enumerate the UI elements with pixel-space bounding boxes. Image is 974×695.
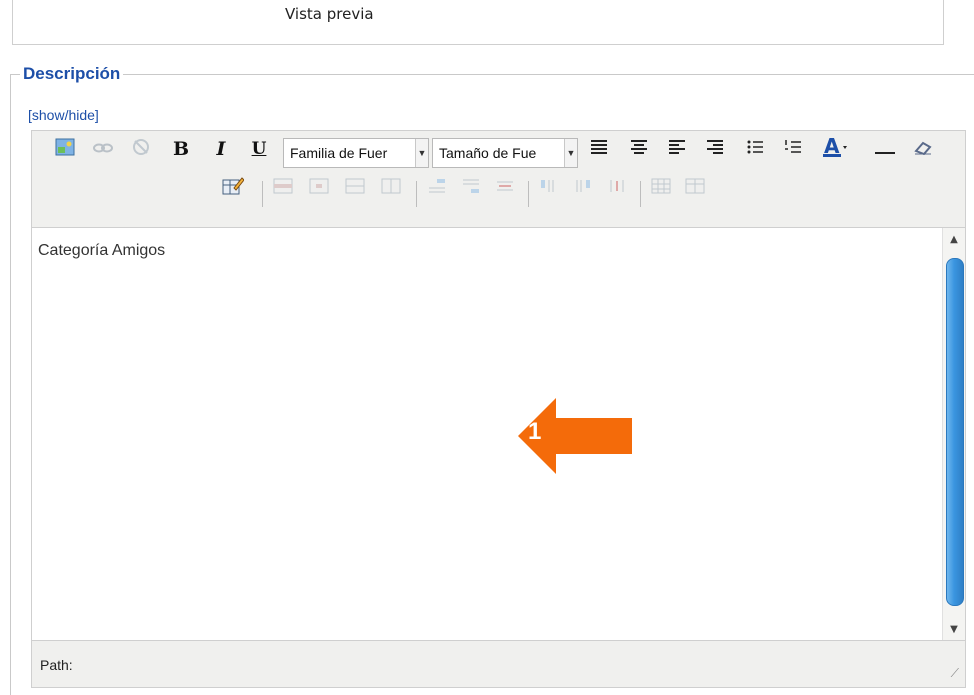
bullet-list-icon [746, 139, 764, 159]
image-icon [55, 138, 75, 160]
insert-row-before-icon [427, 178, 447, 198]
link-icon [93, 140, 113, 159]
numbered-list-icon [784, 139, 802, 159]
split-cells-icon [381, 178, 401, 198]
insert-row-after-icon [461, 178, 481, 198]
horizontal-rule-icon [875, 140, 895, 159]
arrow-shaft [550, 418, 632, 454]
unlink-button[interactable] [130, 138, 152, 160]
vertical-scrollbar[interactable]: ▲ ▼ [942, 228, 965, 640]
underline-button[interactable]: U [248, 138, 270, 160]
path-label: Path: [40, 657, 73, 673]
insert-col-before-icon [539, 178, 559, 198]
align-center-icon [630, 139, 648, 159]
table-icon [651, 178, 671, 198]
align-right-icon [706, 139, 724, 159]
delete-col-button[interactable] [606, 177, 628, 199]
text-color-icon: A [821, 134, 847, 162]
font-family-value: Familia de Fuer [290, 145, 388, 161]
editor-content[interactable]: Categoría Amigos ▲ ▼ [32, 227, 965, 641]
toolbar-row-2 [32, 177, 965, 211]
insert-col-after-icon [573, 178, 593, 198]
delete-row-icon [495, 178, 515, 198]
status-bar: Path: ⟋ [32, 641, 965, 687]
show-hide-link[interactable]: [show/hide] [28, 107, 99, 123]
align-center-button[interactable] [628, 138, 650, 160]
insert-row-after-button[interactable] [460, 177, 482, 199]
text-color-button[interactable]: A [820, 134, 848, 162]
section-legend: Descripción [20, 64, 124, 84]
row-props-button[interactable] [272, 177, 294, 199]
table-cell-props-icon [309, 178, 329, 198]
edit-table-icon [222, 176, 245, 200]
numbered-list-button[interactable] [782, 138, 804, 160]
resize-grip-icon[interactable]: ⟋ [951, 666, 959, 681]
rich-text-editor: B I U Familia de Fuer ▼ Tamaño de Fue ▼ [31, 130, 966, 688]
insert-col-after-button[interactable] [572, 177, 594, 199]
delete-col-icon [607, 178, 627, 198]
merge-cells-button[interactable] [344, 177, 366, 199]
align-left-icon [668, 139, 686, 159]
align-justify-icon [590, 139, 608, 159]
bold-icon: B [172, 138, 190, 160]
delete-table-icon [685, 178, 705, 198]
insert-row-before-button[interactable] [426, 177, 448, 199]
edit-table-button[interactable] [222, 176, 245, 200]
cell-props-button[interactable] [308, 177, 330, 199]
split-cells-button[interactable] [380, 177, 402, 199]
scroll-down-arrow-icon[interactable]: ▼ [945, 620, 963, 638]
preview-label: Vista previa [285, 5, 374, 23]
chevron-down-icon: ▼ [415, 139, 428, 167]
scroll-thumb[interactable] [946, 258, 964, 606]
justify-button[interactable] [588, 138, 610, 160]
delete-table-button[interactable] [684, 177, 706, 199]
bullet-list-button[interactable] [744, 138, 766, 160]
eraser-icon [913, 139, 933, 159]
insert-link-button[interactable] [92, 138, 114, 160]
toolbar-row-1: B I U Familia de Fuer ▼ Tamaño de Fue ▼ [32, 134, 965, 172]
chevron-down-icon: ▼ [564, 139, 577, 167]
annotation-number: 1 [528, 418, 542, 445]
insert-col-before-button[interactable] [538, 177, 560, 199]
remove-format-button[interactable] [912, 138, 934, 160]
align-left-button[interactable] [666, 138, 688, 160]
unlink-icon [131, 138, 151, 160]
font-family-select[interactable]: Familia de Fuer ▼ [283, 138, 429, 168]
italic-icon: I [216, 138, 226, 160]
font-size-select[interactable]: Tamaño de Fue ▼ [432, 138, 578, 168]
italic-button[interactable]: I [210, 138, 232, 160]
editor-text: Categoría Amigos [38, 242, 166, 259]
table-button[interactable] [650, 177, 672, 199]
font-size-value: Tamaño de Fue [439, 145, 537, 161]
table-row-props-icon [273, 178, 293, 198]
bold-button[interactable]: B [170, 138, 192, 160]
align-right-button[interactable] [704, 138, 726, 160]
merge-cells-icon [345, 178, 365, 198]
horizontal-rule-button[interactable] [874, 138, 896, 160]
underline-icon: U [251, 139, 267, 159]
insert-image-button[interactable] [54, 138, 76, 160]
delete-row-button[interactable] [494, 177, 516, 199]
annotation-arrow: 1 [518, 398, 632, 474]
preview-panel: Vista previa [12, 0, 944, 45]
scroll-up-arrow-icon[interactable]: ▲ [945, 230, 963, 248]
